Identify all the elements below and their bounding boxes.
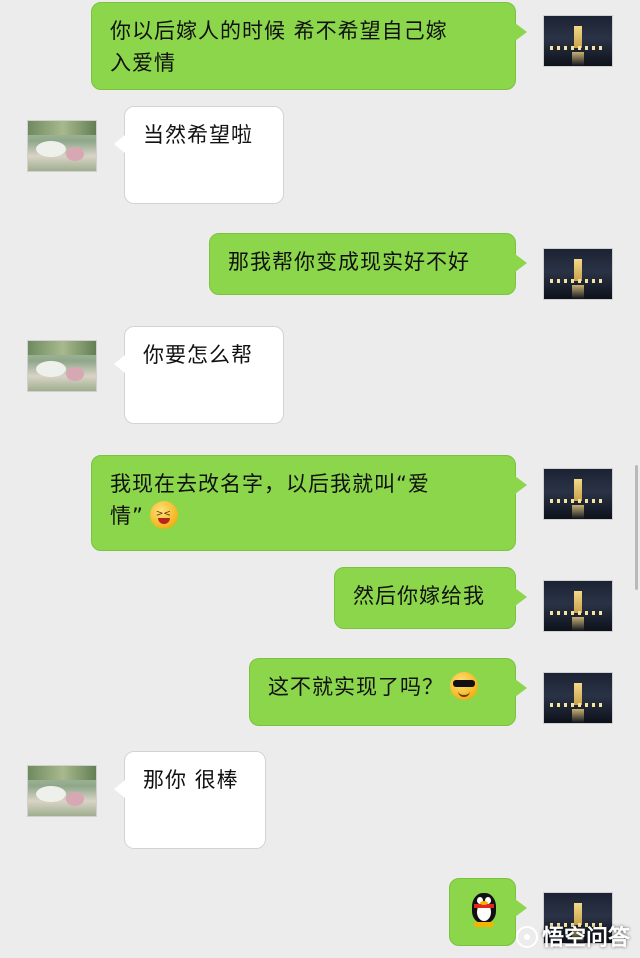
- message-bubble-received[interactable]: 那你 很棒: [114, 751, 266, 849]
- message-bubble-received[interactable]: 当然希望啦: [114, 106, 284, 204]
- message-bubble-sent[interactable]: 你以后嫁人的时候 希不希望自己嫁 入爱情: [91, 2, 527, 90]
- message-bubble-sent[interactable]: [449, 878, 527, 946]
- message-bubble-sent[interactable]: 我现在去改名字，以后我就叫“爱 情” > <: [91, 455, 527, 551]
- contact-avatar[interactable]: [27, 340, 97, 392]
- my-avatar[interactable]: [543, 580, 613, 632]
- my-avatar[interactable]: [543, 15, 613, 67]
- contact-avatar[interactable]: [27, 765, 97, 817]
- scrollbar[interactable]: [635, 465, 638, 590]
- qq-penguin-icon: [470, 891, 498, 927]
- message-text: 那我帮你变成现实好不好: [228, 250, 470, 274]
- watermark: 悟空问答: [515, 920, 630, 952]
- my-avatar[interactable]: [543, 468, 613, 520]
- message-text: 你要怎么帮: [143, 343, 253, 367]
- message-text: 当然希望啦: [143, 123, 253, 147]
- message-text-line: 我现在去改名字，以后我就叫“爱: [110, 472, 430, 496]
- sunglasses-emoji-icon: [450, 672, 478, 700]
- message-text-line: 情”: [110, 504, 144, 528]
- watermark-text: 悟空问答: [541, 926, 630, 951]
- my-avatar[interactable]: [543, 672, 613, 724]
- message-bubble-received[interactable]: 你要怎么帮: [114, 326, 284, 424]
- grin-emoji-icon: > <: [149, 501, 178, 529]
- message-text: 然后你嫁给我: [353, 584, 485, 608]
- message-text-line: 入爱情: [110, 51, 176, 75]
- message-text: 那你 很棒: [143, 768, 239, 792]
- message-bubble-sent[interactable]: 那我帮你变成现实好不好: [209, 233, 527, 295]
- message-text: 这不就实现了吗？: [268, 675, 444, 699]
- wukong-logo-icon: [515, 926, 538, 948]
- message-bubble-sent[interactable]: 然后你嫁给我: [334, 567, 527, 629]
- message-text-line: 你以后嫁人的时候 希不希望自己嫁: [110, 19, 448, 43]
- message-bubble-sent[interactable]: 这不就实现了吗？: [249, 658, 527, 726]
- contact-avatar[interactable]: [27, 120, 97, 172]
- my-avatar[interactable]: [543, 248, 613, 300]
